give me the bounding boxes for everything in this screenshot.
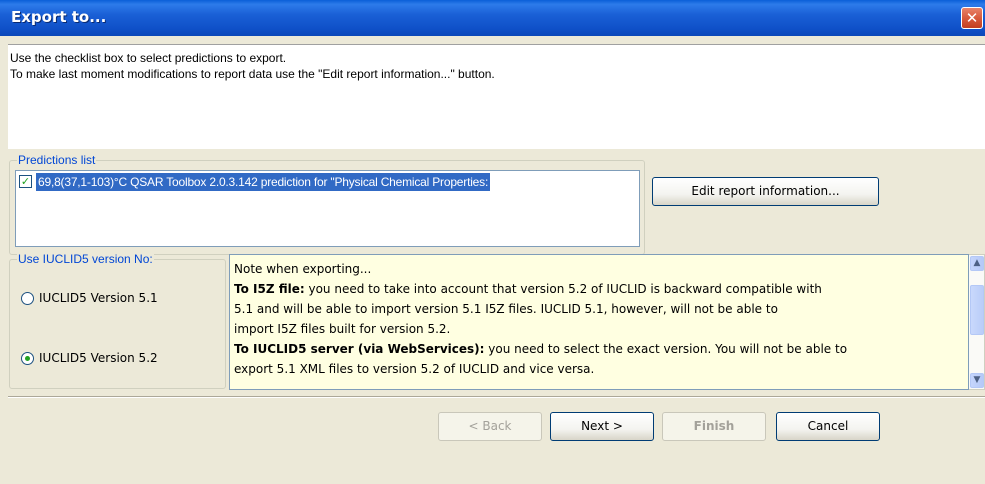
note-i5z-line-2: 5.1 and will be able to import version 5… [234,302,778,316]
note-server-line-1: To IUCLID5 server (via WebServices): you… [234,339,847,359]
note-i5z-title: To I5Z file: [234,282,305,296]
scroll-up-icon[interactable]: ▲ [970,256,984,271]
header-instruction-line-2: To make last moment modifications to rep… [10,67,495,81]
prediction-label: 69,8(37,1-103)°C QSAR Toolbox 2.0.3.142 … [36,173,491,191]
title-bar[interactable]: Export to... ✕ [0,0,985,36]
cancel-button[interactable]: Cancel [776,412,880,441]
radio-selected-dot [25,356,30,361]
window-title: Export to... [11,8,107,26]
note-i5z-text-1: you need to take into account that versi… [304,282,822,296]
prediction-checkbox[interactable]: ✓ [19,175,32,188]
predictions-listbox[interactable]: ✓ 69,8(37,1-103)°C QSAR Toolbox 2.0.3.14… [15,170,640,247]
scrollbar-thumb[interactable] [970,285,984,335]
iuclid-5-2-label[interactable]: IUCLID5 Version 5.2 [39,351,158,365]
predictions-caption: Predictions list [17,153,97,167]
close-icon[interactable]: ✕ [961,7,983,29]
note-i5z-line-1: To I5Z file: you need to take into accou… [234,279,822,299]
prediction-list-item[interactable]: ✓ 69,8(37,1-103)°C QSAR Toolbox 2.0.3.14… [18,173,639,191]
scroll-down-icon[interactable]: ▼ [970,373,984,388]
iuclid-5-1-label[interactable]: IUCLID5 Version 5.1 [39,291,158,305]
finish-button[interactable]: Finish [662,412,766,441]
note-heading: Note when exporting... [234,262,372,276]
iuclid-version-caption: Use IUCLID5 version No: [17,252,154,266]
header-panel: Use the checklist box to select predicti… [8,44,985,149]
back-button[interactable]: < Back [438,412,542,441]
next-button[interactable]: Next > [550,412,654,441]
note-scrollbar[interactable]: ▲ ▼ [969,254,985,390]
note-server-line-2: export 5.1 XML files to version 5.2 of I… [234,362,595,376]
iuclid-5-2-radio[interactable] [21,352,34,365]
note-i5z-line-3: import I5Z files built for version 5.2. [234,322,451,336]
note-server-text-1: you need to select the exact version. Yo… [484,342,848,356]
edit-report-information-button[interactable]: Edit report information... [652,177,879,206]
export-note-panel[interactable]: Note when exporting... To I5Z file: you … [229,254,969,390]
footer-separator [8,396,985,398]
note-server-title: To IUCLID5 server (via WebServices): [234,342,485,356]
iuclid-version-groupbox [9,259,226,389]
header-instruction-line-1: Use the checklist box to select predicti… [10,51,287,65]
iuclid-5-1-radio[interactable] [21,292,34,305]
